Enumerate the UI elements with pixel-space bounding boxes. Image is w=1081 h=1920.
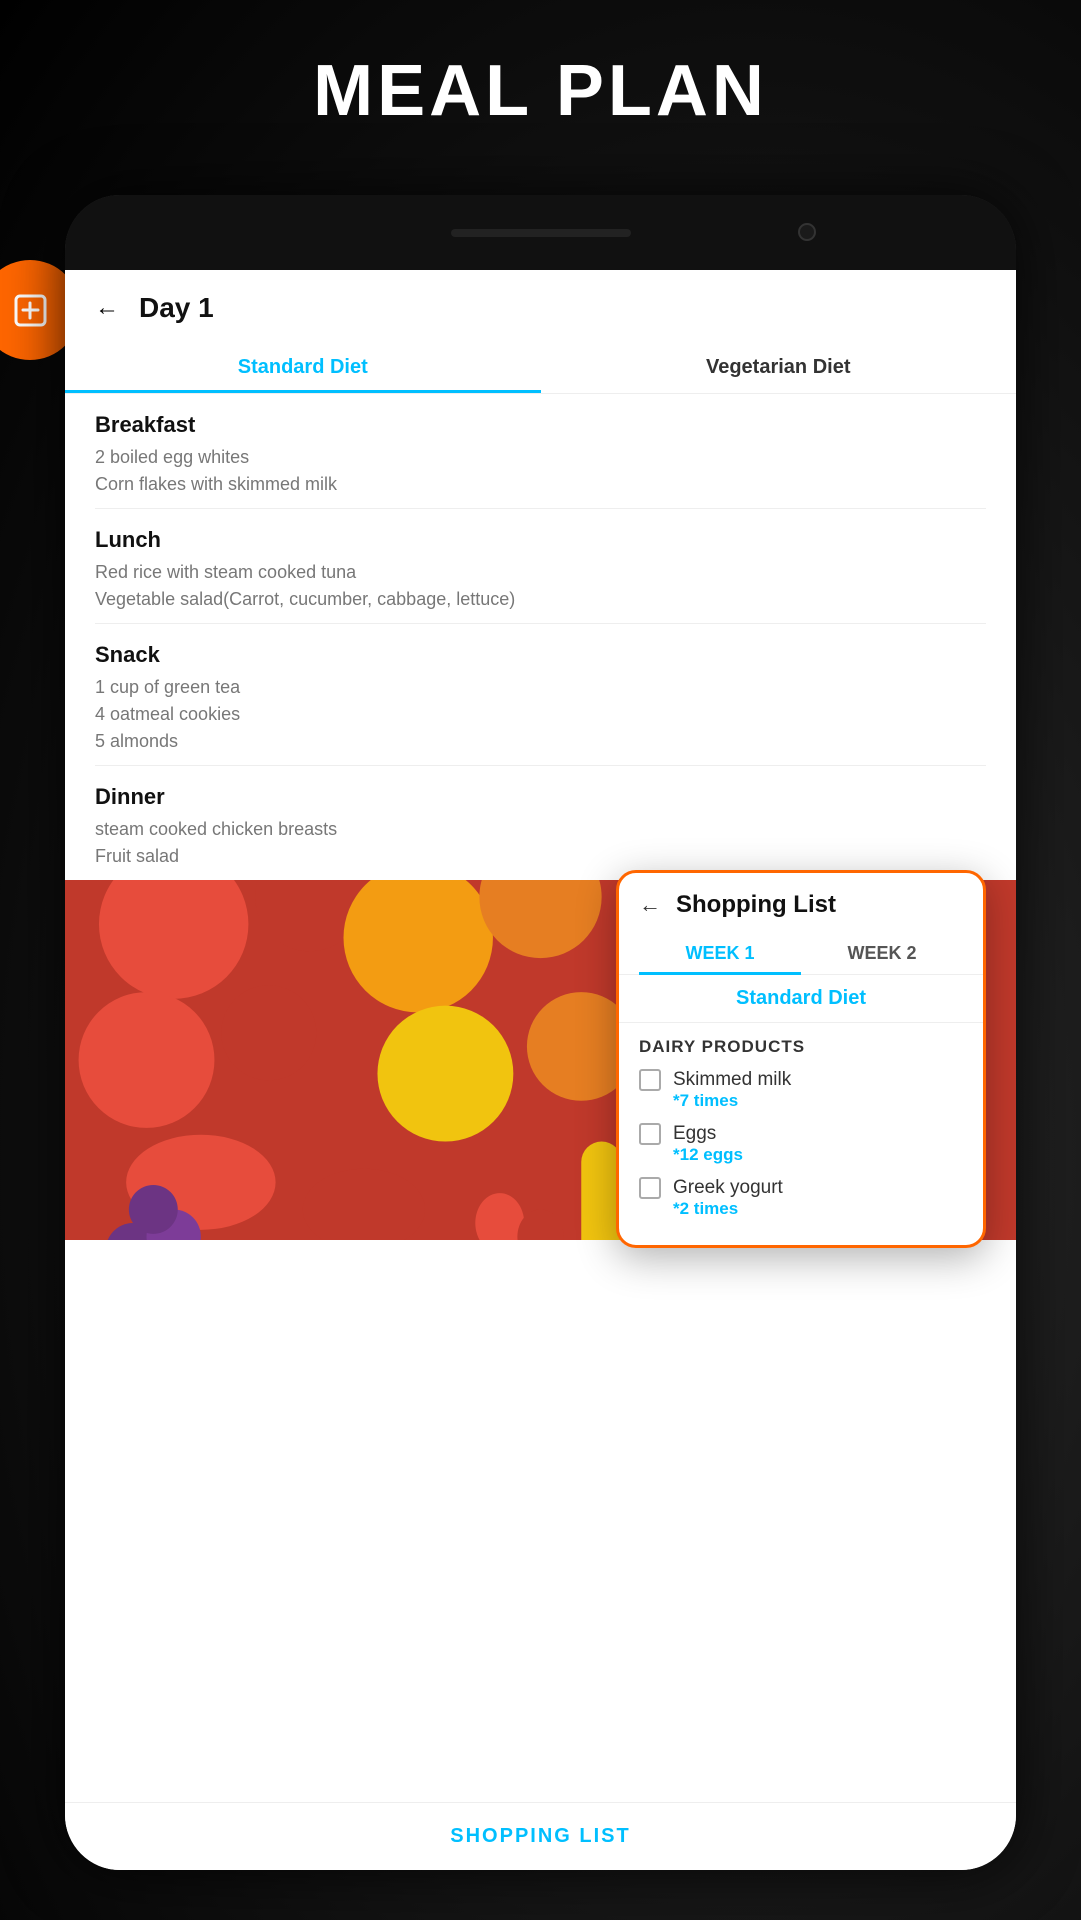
checkbox-milk[interactable] — [639, 1069, 661, 1091]
shopping-list-title: Shopping List — [676, 891, 836, 919]
page-title: MEAL PLAN — [0, 50, 1081, 132]
phone-frame: ← Day 1 Standard Diet Vegetarian Diet Br… — [65, 195, 1016, 1870]
day-title: Day 1 — [139, 292, 214, 324]
snack-section: Snack 1 cup of green tea 4 oatmeal cooki… — [65, 624, 1016, 765]
tab-standard-diet[interactable]: Standard Diet — [65, 342, 541, 393]
dinner-item-1: steam cooked chicken breasts — [95, 816, 986, 843]
item-label-milk: Skimmed milk — [673, 1069, 791, 1091]
day-header: ← Day 1 — [65, 270, 1016, 342]
lunch-item-1: Red rice with steam cooked tuna — [95, 559, 986, 586]
shopping-list-card: ← Shopping List WEEK 1 WEEK 2 Standard D… — [616, 870, 986, 1248]
shopping-tabs: WEEK 1 WEEK 2 — [619, 933, 983, 975]
shopping-item-yogurt: Greek yogurt *2 times — [639, 1177, 963, 1219]
dairy-products-section: DAIRY PRODUCTS Skimmed milk *7 times Egg… — [619, 1023, 983, 1245]
item-count-eggs: *12 eggs — [673, 1145, 963, 1165]
lunch-section: Lunch Red rice with steam cooked tuna Ve… — [65, 509, 1016, 623]
snack-item-1: 1 cup of green tea — [95, 674, 986, 701]
shopping-item-milk: Skimmed milk *7 times — [639, 1069, 963, 1111]
snack-item-2: 4 oatmeal cookies — [95, 701, 986, 728]
shopping-diet-label: Standard Diet — [619, 975, 983, 1023]
dinner-item-2: Fruit salad — [95, 843, 986, 870]
lunch-item-2: Vegetable salad(Carrot, cucumber, cabbag… — [95, 586, 986, 613]
shopping-back-button[interactable]: ← — [639, 892, 661, 918]
item-count-milk: *7 times — [673, 1091, 963, 1111]
diet-tabs: Standard Diet Vegetarian Diet — [65, 342, 1016, 394]
breakfast-title: Breakfast — [95, 412, 986, 438]
snack-item-3: 5 almonds — [95, 728, 986, 755]
tab-vegetarian-diet[interactable]: Vegetarian Diet — [541, 342, 1017, 393]
shopping-list-button[interactable]: SHOPPING LIST — [65, 1802, 1016, 1870]
breakfast-item-2: Corn flakes with skimmed milk — [95, 471, 986, 498]
checkbox-eggs[interactable] — [639, 1123, 661, 1145]
breakfast-item-1: 2 boiled egg whites — [95, 444, 986, 471]
back-button[interactable]: ← — [95, 294, 119, 322]
phone-notch — [65, 195, 1016, 270]
shopping-tab-week2[interactable]: WEEK 2 — [801, 933, 963, 974]
item-label-eggs: Eggs — [673, 1123, 716, 1145]
dairy-products-title: DAIRY PRODUCTS — [639, 1037, 963, 1057]
shopping-item-eggs: Eggs *12 eggs — [639, 1123, 963, 1165]
dinner-title: Dinner — [95, 784, 986, 810]
dinner-section: Dinner steam cooked chicken breasts Frui… — [65, 766, 1016, 880]
phone-screen: ← Day 1 Standard Diet Vegetarian Diet Br… — [65, 270, 1016, 1870]
lunch-title: Lunch — [95, 527, 986, 553]
item-label-yogurt: Greek yogurt — [673, 1177, 783, 1199]
checkbox-yogurt[interactable] — [639, 1177, 661, 1199]
breakfast-section: Breakfast 2 boiled egg whites Corn flake… — [65, 394, 1016, 508]
shopping-list-header: ← Shopping List — [619, 873, 983, 933]
shopping-tab-week1[interactable]: WEEK 1 — [639, 933, 801, 974]
item-count-yogurt: *2 times — [673, 1199, 963, 1219]
snack-title: Snack — [95, 642, 986, 668]
